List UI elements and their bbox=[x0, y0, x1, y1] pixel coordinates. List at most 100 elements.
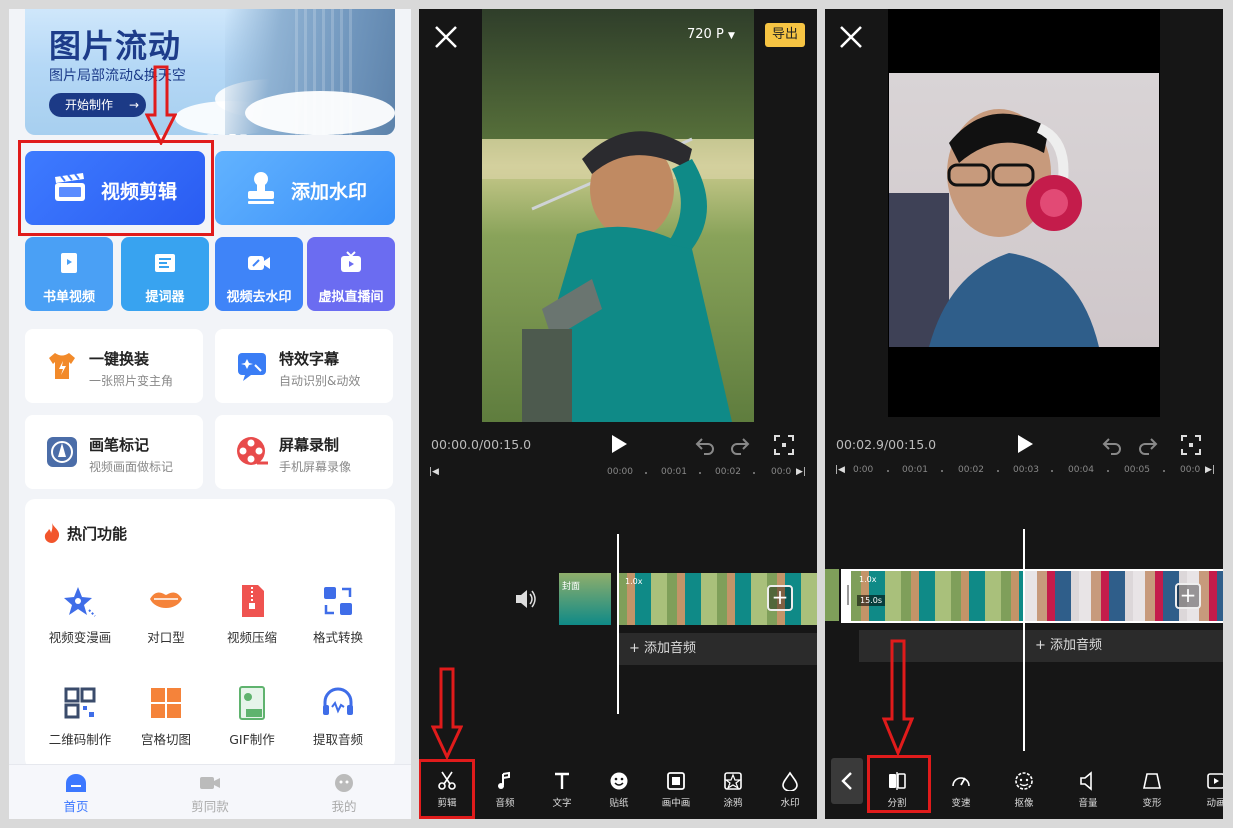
add-audio-button[interactable]: + 添加音频 bbox=[619, 633, 817, 665]
tile-book-video[interactable]: 书单视频 bbox=[25, 237, 113, 311]
bottom-tab-bar: 首页 剪同款 我的 bbox=[9, 764, 411, 819]
cover-thumbnail[interactable]: 封面 bbox=[559, 573, 611, 625]
tool-audio[interactable]: 音频 bbox=[480, 771, 530, 809]
banner-title: 图片流动 bbox=[49, 27, 182, 65]
tab-same-style[interactable]: 剪同款 bbox=[165, 773, 255, 815]
export-button[interactable]: 导出 bbox=[765, 23, 805, 47]
tab-label: 剪同款 bbox=[191, 799, 229, 814]
fullscreen-icon[interactable] bbox=[773, 435, 795, 455]
video-preview[interactable] bbox=[888, 9, 1160, 417]
hot-item-label: 对口型 bbox=[147, 630, 185, 645]
resolution-selector[interactable]: 720 P ▼ bbox=[687, 27, 735, 42]
card-screen-record[interactable]: 屏幕录制 手机屏幕录像 bbox=[215, 415, 393, 489]
undo-icon[interactable] bbox=[1101, 435, 1123, 455]
add-watermark-button[interactable]: 添加水印 bbox=[215, 151, 395, 225]
tool-label: 音频 bbox=[495, 798, 515, 809]
ruler-tick: 00:00 bbox=[607, 467, 633, 477]
card-title: 画笔标记 bbox=[89, 436, 150, 454]
tab-me[interactable]: 我的 bbox=[299, 773, 389, 815]
home-icon bbox=[66, 774, 86, 792]
tool-label: 变速 bbox=[951, 798, 971, 809]
down-arrow-icon bbox=[431, 667, 463, 759]
card-outfit-change[interactable]: 一键换装 一张照片变主角 bbox=[25, 329, 203, 403]
card-pen-mark[interactable]: 画笔标记 视频画面做标记 bbox=[25, 415, 203, 489]
hot-item-grid-cut[interactable]: 宫格切图 bbox=[123, 685, 209, 748]
hot-item-video-to-comic[interactable]: 视频变漫画 bbox=[37, 583, 123, 646]
hot-item-lip-sync[interactable]: 对口型 bbox=[123, 583, 209, 646]
hot-item-label: 格式转换 bbox=[312, 630, 363, 645]
hot-title: 热门功能 bbox=[67, 525, 128, 543]
tool-picture-in-picture[interactable]: 画中画 bbox=[651, 771, 701, 809]
add-clip-button[interactable]: + bbox=[767, 585, 793, 611]
tile-teleprompter[interactable]: 提词器 bbox=[121, 237, 209, 311]
chevron-left-icon bbox=[841, 772, 852, 790]
play-icon[interactable] bbox=[1016, 434, 1034, 454]
music-note-icon bbox=[498, 771, 510, 789]
tile-label: 书单视频 bbox=[42, 290, 95, 305]
flame-icon bbox=[44, 523, 60, 543]
card-effect-subtitle[interactable]: 特效字幕 自动识别&动效 bbox=[215, 329, 393, 403]
card-title: 特效字幕 bbox=[279, 350, 340, 368]
play-icon[interactable] bbox=[610, 434, 628, 454]
timeline-start-icon: |◀ bbox=[835, 465, 845, 475]
video-editor-screen: 720 P ▼ 导出 00:00.0/00:15.0 |◀ 00:00 00:0… bbox=[419, 9, 817, 819]
ruler-tick: 00:02 bbox=[715, 467, 741, 477]
selected-clip[interactable]: 1.0x 15.0s bbox=[841, 569, 1223, 623]
redo-icon[interactable] bbox=[1137, 435, 1159, 455]
water-drop-icon bbox=[782, 771, 798, 791]
playhead[interactable] bbox=[1023, 529, 1025, 751]
tool-watermark[interactable]: 水印 bbox=[765, 771, 815, 809]
speaker-icon bbox=[1080, 771, 1092, 791]
text-icon bbox=[555, 772, 569, 789]
golfer-figure bbox=[522, 131, 732, 422]
tool-label: 文字 bbox=[552, 798, 572, 809]
hot-item-gif[interactable]: GIF制作 bbox=[209, 685, 295, 748]
down-arrow-icon bbox=[145, 65, 177, 145]
tool-label: 贴纸 bbox=[609, 798, 629, 809]
tool-sticker[interactable]: 贴纸 bbox=[594, 771, 644, 809]
tile-virtual-live[interactable]: 虚拟直播间 bbox=[307, 237, 395, 311]
hot-item-video-compress[interactable]: 视频压缩 bbox=[209, 583, 295, 646]
undo-icon[interactable] bbox=[694, 435, 716, 455]
add-clip-button[interactable]: + bbox=[1175, 583, 1201, 609]
ruler-tick: 00:01 bbox=[661, 467, 687, 477]
tab-home[interactable]: 首页 bbox=[31, 773, 121, 815]
arrow-right-icon: → bbox=[129, 98, 140, 112]
tool-doodle[interactable]: 涂鸦 bbox=[708, 771, 758, 809]
speedometer-icon bbox=[952, 777, 970, 787]
hot-item-extract-audio[interactable]: 提取音频 bbox=[295, 685, 381, 748]
tile-remove-watermark[interactable]: 视频去水印 bbox=[215, 237, 303, 311]
tool-animation[interactable]: 动画 bbox=[1191, 771, 1223, 809]
redo-icon[interactable] bbox=[729, 435, 751, 455]
tool-speed[interactable]: 变速 bbox=[936, 771, 986, 809]
pen-icon bbox=[47, 437, 77, 467]
gif-icon bbox=[239, 686, 265, 720]
book-icon bbox=[61, 253, 77, 273]
playhead[interactable] bbox=[617, 534, 619, 714]
back-button[interactable] bbox=[831, 758, 863, 804]
resolution-label: 720 P bbox=[687, 27, 724, 42]
hot-item-label: 视频变漫画 bbox=[48, 630, 112, 645]
tool-text[interactable]: 文字 bbox=[537, 771, 587, 809]
hot-item-format-convert[interactable]: 格式转换 bbox=[295, 583, 381, 646]
volume-icon[interactable] bbox=[514, 588, 538, 610]
card-title: 一键换装 bbox=[89, 350, 150, 368]
start-create-button[interactable]: 开始制作 → bbox=[49, 93, 146, 117]
card-subtitle: 自动识别&动效 bbox=[279, 374, 361, 388]
close-icon[interactable] bbox=[434, 25, 458, 49]
tool-cutout[interactable]: 抠像 bbox=[999, 771, 1049, 809]
video-preview[interactable] bbox=[482, 9, 754, 422]
tool-transform[interactable]: 变形 bbox=[1127, 771, 1177, 809]
hot-item-qr-code[interactable]: 二维码制作 bbox=[37, 685, 123, 748]
fullscreen-icon[interactable] bbox=[1180, 435, 1202, 455]
grid-icon bbox=[151, 688, 181, 718]
close-icon[interactable] bbox=[839, 25, 863, 49]
ruler-tick: 0:00 bbox=[853, 465, 874, 475]
clip-edit-screen: 00:02.9/00:15.0 |◀ 0:00 00:01 00:02 00:0… bbox=[825, 9, 1223, 819]
tool-label: 动画 bbox=[1206, 798, 1223, 809]
animation-icon bbox=[1207, 773, 1223, 789]
tool-volume[interactable]: 音量 bbox=[1063, 771, 1113, 809]
home-screen: 图片流动 图片局部流动&换天空 开始制作 → 视频剪辑 添加水印 书单视频 提词… bbox=[9, 9, 411, 819]
promo-banner[interactable]: 图片流动 图片局部流动&换天空 开始制作 → bbox=[25, 9, 395, 135]
tv-icon bbox=[341, 251, 361, 272]
